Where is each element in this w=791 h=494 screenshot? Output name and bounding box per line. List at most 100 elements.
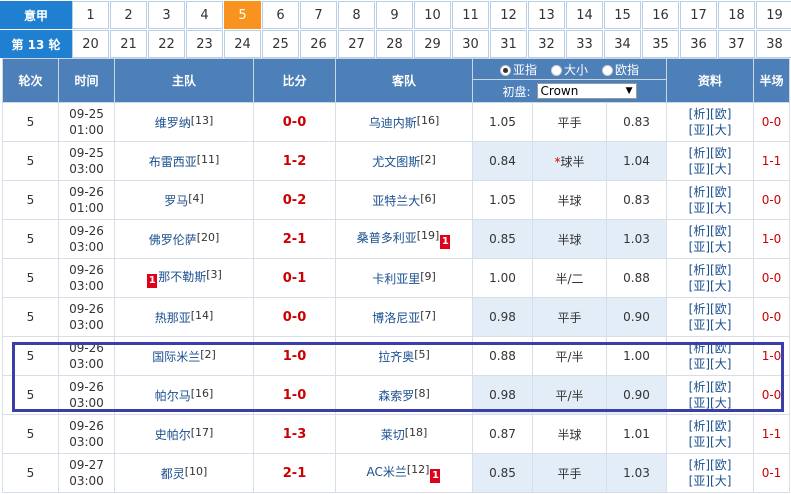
home-team-link[interactable]: 帕尔马	[155, 389, 191, 403]
over-under-link[interactable]: [大]	[710, 318, 731, 332]
round-link-36[interactable]: 36	[680, 30, 717, 58]
round-link-17[interactable]: 17	[680, 1, 717, 29]
analysis-link[interactable]: [析]	[689, 224, 710, 238]
radio-icon[interactable]	[551, 64, 562, 76]
score-cell[interactable]: 0-2	[253, 180, 336, 220]
score-cell[interactable]: 0-0	[253, 102, 336, 142]
analysis-link[interactable]: [析]	[689, 341, 710, 355]
odds-option-euro[interactable]: 欧指	[602, 61, 639, 78]
analysis-link[interactable]: [析]	[689, 107, 710, 121]
round-link-6[interactable]: 6	[262, 1, 299, 29]
round-link-30[interactable]: 30	[452, 30, 489, 58]
home-team-link[interactable]: 史帕尔	[155, 428, 191, 442]
over-under-link[interactable]: [大]	[710, 123, 731, 137]
score-cell[interactable]: 1-2	[253, 141, 336, 181]
score-cell[interactable]: 0-0	[253, 297, 336, 337]
euro-odds-link[interactable]: [欧]	[710, 380, 731, 394]
round-link-3[interactable]: 3	[148, 1, 185, 29]
round-link-28[interactable]: 28	[376, 30, 413, 58]
away-team-link[interactable]: 拉齐奥	[378, 350, 414, 364]
euro-odds-link[interactable]: [欧]	[710, 224, 731, 238]
round-link-10[interactable]: 10	[414, 1, 451, 29]
over-under-link[interactable]: [大]	[710, 474, 731, 488]
score-cell[interactable]: 0-1	[253, 258, 336, 298]
over-under-link[interactable]: [大]	[710, 201, 731, 215]
home-team-link[interactable]: 热那亚	[155, 311, 191, 325]
home-team-link[interactable]: 佛罗伦萨	[149, 233, 197, 247]
asian-odds-link[interactable]: [亚]	[689, 123, 710, 137]
away-team-link[interactable]: 乌迪内斯	[369, 116, 417, 130]
round-link-11[interactable]: 11	[452, 1, 489, 29]
radio-icon[interactable]	[499, 64, 511, 76]
over-under-link[interactable]: [大]	[710, 162, 731, 176]
round-link-26[interactable]: 26	[300, 30, 337, 58]
round-link-12[interactable]: 12	[490, 1, 527, 29]
round-link-2[interactable]: 2	[110, 1, 147, 29]
euro-odds-link[interactable]: [欧]	[710, 146, 731, 160]
away-team-link[interactable]: AC米兰	[367, 465, 407, 479]
round-link-5[interactable]: 5	[224, 1, 261, 29]
euro-odds-link[interactable]: [欧]	[710, 185, 731, 199]
round-link-38[interactable]: 38	[756, 30, 791, 58]
home-team-link[interactable]: 罗马	[164, 194, 188, 208]
analysis-link[interactable]: [析]	[689, 458, 710, 472]
round-link-24[interactable]: 24	[224, 30, 261, 58]
away-team-link[interactable]: 卡利亚里	[372, 272, 420, 286]
analysis-link[interactable]: [析]	[689, 263, 710, 277]
asian-odds-link[interactable]: [亚]	[689, 240, 710, 254]
away-team-link[interactable]: 亚特兰大	[372, 194, 420, 208]
score-cell[interactable]: 1-3	[253, 414, 336, 454]
analysis-link[interactable]: [析]	[689, 146, 710, 160]
euro-odds-link[interactable]: [欧]	[710, 341, 731, 355]
over-under-link[interactable]: [大]	[710, 435, 731, 449]
euro-odds-link[interactable]: [欧]	[710, 263, 731, 277]
score-cell[interactable]: 1-0	[253, 375, 336, 415]
score-cell[interactable]: 1-0	[253, 336, 336, 376]
round-link-19[interactable]: 19	[756, 1, 791, 29]
round-link-23[interactable]: 23	[186, 30, 223, 58]
asian-odds-link[interactable]: [亚]	[689, 474, 710, 488]
round-link-29[interactable]: 29	[414, 30, 451, 58]
euro-odds-link[interactable]: [欧]	[710, 419, 731, 433]
round-link-8[interactable]: 8	[338, 1, 375, 29]
round-link-27[interactable]: 27	[338, 30, 375, 58]
home-team-link[interactable]: 维罗纳	[155, 116, 191, 130]
round-link-33[interactable]: 33	[566, 30, 603, 58]
euro-odds-link[interactable]: [欧]	[710, 458, 731, 472]
round-link-16[interactable]: 16	[642, 1, 679, 29]
round-link-22[interactable]: 22	[148, 30, 185, 58]
euro-odds-link[interactable]: [欧]	[710, 302, 731, 316]
over-under-link[interactable]: [大]	[710, 357, 731, 371]
analysis-link[interactable]: [析]	[689, 380, 710, 394]
round-link-35[interactable]: 35	[642, 30, 679, 58]
score-cell[interactable]: 2-1	[253, 453, 336, 493]
euro-odds-link[interactable]: [欧]	[710, 107, 731, 121]
asian-odds-link[interactable]: [亚]	[689, 435, 710, 449]
home-team-link[interactable]: 国际米兰	[152, 350, 200, 364]
home-team-link[interactable]: 布雷西亚	[149, 155, 197, 169]
round-link-20[interactable]: 20	[72, 30, 109, 58]
radio-icon[interactable]	[602, 64, 614, 76]
asian-odds-link[interactable]: [亚]	[689, 357, 710, 371]
analysis-link[interactable]: [析]	[689, 302, 710, 316]
round-link-13[interactable]: 13	[528, 1, 565, 29]
over-under-link[interactable]: [大]	[710, 240, 731, 254]
round-link-9[interactable]: 9	[376, 1, 413, 29]
home-team-link[interactable]: 那不勒斯	[158, 270, 206, 284]
asian-odds-link[interactable]: [亚]	[689, 162, 710, 176]
round-link-14[interactable]: 14	[566, 1, 603, 29]
away-team-link[interactable]: 尤文图斯	[372, 155, 420, 169]
round-link-32[interactable]: 32	[528, 30, 565, 58]
home-team-link[interactable]: 都灵	[161, 467, 185, 481]
over-under-link[interactable]: [大]	[710, 279, 731, 293]
asian-odds-link[interactable]: [亚]	[689, 279, 710, 293]
over-under-link[interactable]: [大]	[710, 396, 731, 410]
round-link-34[interactable]: 34	[604, 30, 641, 58]
away-team-link[interactable]: 森索罗	[378, 389, 414, 403]
away-team-link[interactable]: 桑普多利亚	[357, 231, 417, 245]
asian-odds-link[interactable]: [亚]	[689, 396, 710, 410]
round-link-31[interactable]: 31	[490, 30, 527, 58]
round-link-37[interactable]: 37	[718, 30, 755, 58]
score-cell[interactable]: 2-1	[253, 219, 336, 259]
round-link-25[interactable]: 25	[262, 30, 299, 58]
